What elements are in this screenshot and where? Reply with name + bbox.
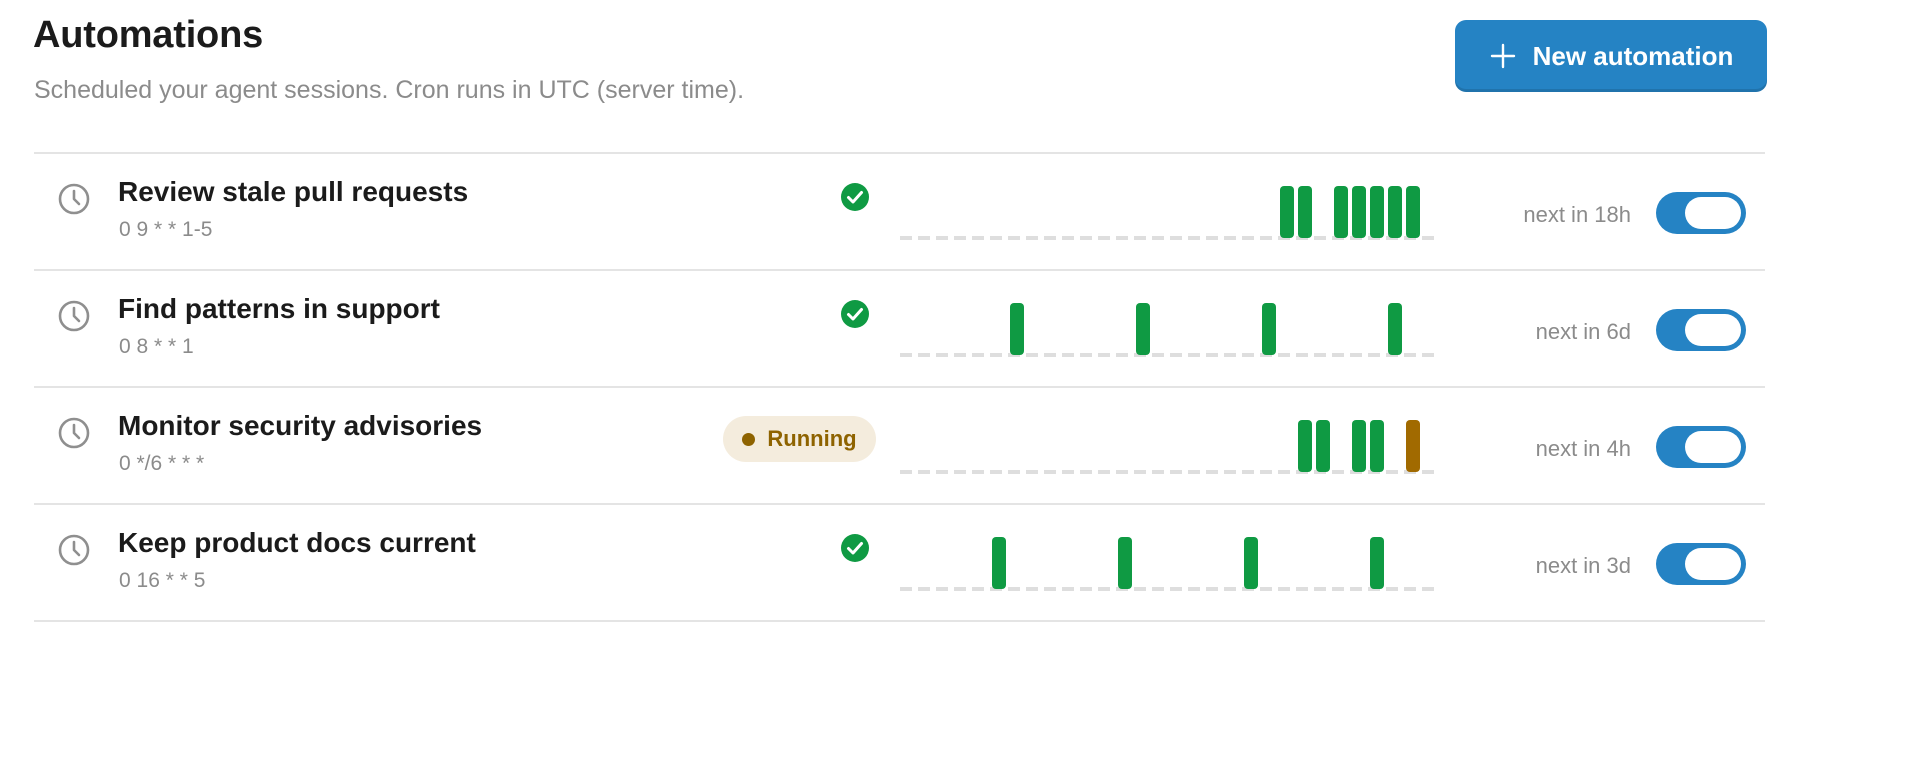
run-bar[interactable] <box>1370 420 1384 472</box>
page-subtitle: Scheduled your agent sessions. Cron runs… <box>34 76 745 104</box>
run-bar[interactable] <box>1316 420 1330 472</box>
cron-expression: 0 9 * * 1-5 <box>119 218 213 241</box>
new-automation-label: New automation <box>1532 40 1734 71</box>
run-bar[interactable] <box>1370 186 1384 238</box>
running-label: Running <box>767 426 857 451</box>
cron-expression: 0 */6 * * * <box>119 452 205 475</box>
next-run-label: next in 4h <box>1535 436 1631 461</box>
automation-name: Keep product docs current <box>118 527 476 558</box>
next-run-label: next in 3d <box>1535 553 1631 578</box>
run-bar[interactable] <box>1388 186 1402 238</box>
toggle-knob <box>1685 431 1741 463</box>
cron-expression: 0 8 * * 1 <box>119 335 194 358</box>
clock-icon <box>57 533 91 567</box>
run-bar[interactable] <box>1262 303 1276 355</box>
run-history-chart <box>900 420 1440 474</box>
next-run-label: next in 6d <box>1535 319 1631 344</box>
run-bar[interactable] <box>1298 420 1312 472</box>
automation-row[interactable]: Review stale pull requests 0 9 * * 1-5 n… <box>34 154 1765 271</box>
run-bar[interactable] <box>1370 537 1384 589</box>
toggle-knob <box>1685 197 1741 229</box>
check-circle-icon <box>840 533 870 563</box>
run-bar[interactable] <box>1352 420 1366 472</box>
run-history-chart <box>900 186 1440 240</box>
next-run-label: next in 18h <box>1523 202 1631 227</box>
automation-name: Review stale pull requests <box>118 176 469 207</box>
run-bar[interactable] <box>1388 303 1402 355</box>
automation-name: Find patterns in support <box>118 293 440 324</box>
run-bar[interactable] <box>1010 303 1024 355</box>
clock-icon <box>57 416 91 450</box>
check-circle-icon <box>840 182 870 212</box>
run-bar[interactable] <box>1280 186 1294 238</box>
toggle-knob <box>1685 548 1741 580</box>
run-history-chart <box>900 303 1440 357</box>
run-bar[interactable] <box>1244 537 1258 589</box>
toggle-knob <box>1685 314 1741 346</box>
automation-name: Monitor security advisories <box>118 410 483 441</box>
run-bar[interactable] <box>1118 537 1132 589</box>
running-badge: Running <box>723 416 876 462</box>
enabled-toggle[interactable] <box>1656 426 1746 468</box>
run-bar[interactable] <box>1352 186 1366 238</box>
clock-icon <box>57 182 91 216</box>
run-bar[interactable] <box>1334 186 1348 238</box>
enabled-toggle[interactable] <box>1656 192 1746 234</box>
automation-row[interactable]: Monitor security advisories 0 */6 * * * … <box>34 388 1765 505</box>
run-bar[interactable] <box>992 537 1006 589</box>
run-bar[interactable] <box>1298 186 1312 238</box>
clock-icon <box>57 299 91 333</box>
cron-expression: 0 16 * * 5 <box>119 569 206 592</box>
run-bar[interactable] <box>1406 420 1420 472</box>
automation-list: Review stale pull requests 0 9 * * 1-5 n… <box>34 152 1765 622</box>
run-bar[interactable] <box>1406 186 1420 238</box>
running-dot <box>742 432 756 446</box>
page-title: Automations <box>33 14 264 56</box>
check-circle-icon <box>840 299 870 329</box>
plus-icon <box>1489 42 1517 70</box>
enabled-toggle[interactable] <box>1656 309 1746 351</box>
automation-row[interactable]: Find patterns in support 0 8 * * 1 next … <box>34 271 1765 388</box>
automations-page: Automations Scheduled your agent session… <box>0 0 1920 760</box>
new-automation-button[interactable]: New automation <box>1455 20 1767 92</box>
run-history-chart <box>900 537 1440 591</box>
automation-row[interactable]: Keep product docs current 0 16 * * 5 nex… <box>34 505 1765 622</box>
page-header: Automations Scheduled your agent session… <box>33 14 1773 104</box>
run-bar[interactable] <box>1136 303 1150 355</box>
enabled-toggle[interactable] <box>1656 543 1746 585</box>
